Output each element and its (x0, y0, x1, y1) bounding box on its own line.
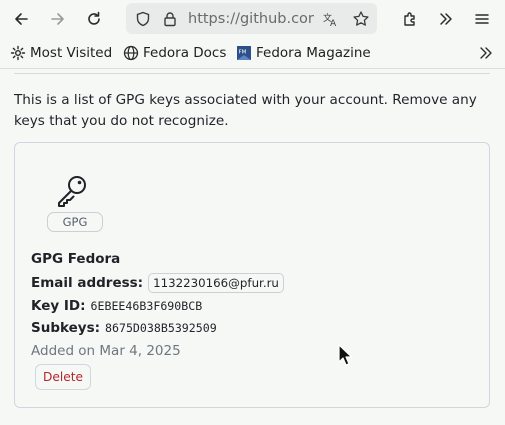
bookmarks-bar: Most Visited Fedora Docs FM Fedora Magaz… (0, 38, 505, 68)
globe-icon (123, 45, 139, 61)
menu-button[interactable] (469, 6, 495, 32)
added-date: Added on Mar 4, 2025 (31, 343, 181, 359)
browser-toolbar: https://github.com/settings/keys 文A (0, 0, 505, 38)
email-row: Email address: 1132230166@pfur.ru (31, 273, 284, 293)
keyid-row: Key ID: 6EBEE46B3F690BCB (31, 298, 202, 314)
key-name: GPG Fedora (31, 251, 121, 267)
overflow-chevron-button[interactable] (433, 6, 459, 32)
keyid-label: Key ID: (31, 298, 86, 314)
delete-key-button[interactable]: Delete (35, 364, 91, 390)
shield-icon[interactable] (134, 10, 152, 28)
translate-icon[interactable]: 文A (322, 10, 340, 28)
subkeys-row: Subkeys: 8675D038B5392509 (31, 320, 217, 336)
reload-button[interactable] (81, 6, 107, 32)
bookmark-label: Fedora Magazine (256, 45, 371, 61)
svg-text:A: A (330, 19, 337, 28)
lock-icon[interactable] (161, 10, 179, 28)
keyid-value: 6EBEE46B3F690BCB (90, 299, 203, 313)
fm-icon: FM (237, 46, 251, 60)
key-type-badge: GPG (47, 212, 103, 232)
bookmark-label: Most Visited (30, 45, 113, 61)
toolbar-divider (0, 68, 505, 69)
forward-button[interactable] (45, 6, 71, 32)
email-value: 1132230166@pfur.ru (148, 273, 284, 293)
hamburger-icon (475, 14, 489, 24)
email-label: Email address: (31, 275, 144, 291)
double-chevron-icon (440, 13, 452, 25)
svg-text:FM: FM (239, 50, 247, 56)
puzzle-icon (404, 12, 415, 26)
extensions-button[interactable] (397, 6, 423, 32)
back-button[interactable] (8, 6, 34, 32)
mouse-cursor-icon (338, 344, 352, 366)
bookmark-most-visited[interactable]: Most Visited (10, 43, 112, 63)
arrow-left-icon (15, 13, 28, 25)
subkeys-value: 8675D038B5392509 (105, 321, 217, 335)
bookmark-label: Fedora Docs (143, 45, 227, 61)
bookmark-fedora-docs[interactable]: Fedora Docs (123, 43, 226, 63)
bookmark-star-icon[interactable] (352, 10, 370, 28)
bookmark-fedora-magazine[interactable]: FM Fedora Magazine (236, 43, 371, 63)
double-chevron-icon (480, 47, 492, 59)
gpg-key-card: GPG GPG Fedora Email address: 1132230166… (14, 142, 490, 408)
url-bar[interactable]: https://github.com/settings/keys 文A (126, 3, 377, 34)
arrow-right-icon (51, 13, 64, 25)
reload-icon (88, 11, 100, 25)
subkeys-label: Subkeys: (31, 320, 101, 336)
gear-icon (10, 45, 26, 61)
bookmarks-overflow-button[interactable] (478, 43, 498, 63)
key-icon (58, 176, 86, 207)
gpg-intro-text: This is a list of GPG keys associated wi… (14, 92, 477, 129)
url-text[interactable]: https://github.com/settings/keys (188, 10, 314, 28)
section-divider (14, 73, 490, 74)
